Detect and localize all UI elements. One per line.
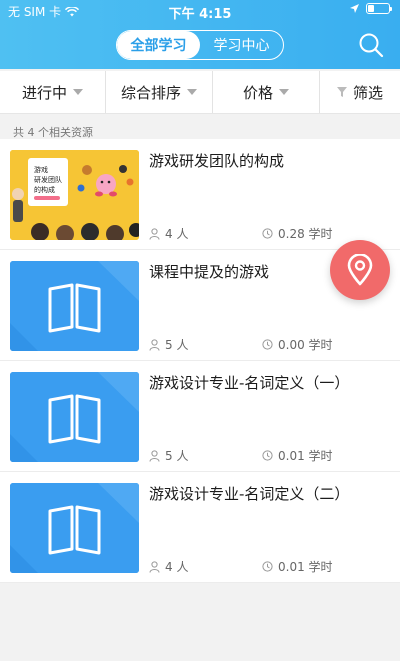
study-hours: 0.01 学时 <box>262 558 333 575</box>
study-hours-text: 0.01 学时 <box>278 449 333 463</box>
search-icon[interactable] <box>358 32 384 58</box>
study-hours-text: 0.28 学时 <box>278 227 333 241</box>
filter-status-label: 进行中 <box>21 83 67 102</box>
book-icon <box>10 372 139 462</box>
course-thumbnail: 游戏 研发团队 的构成 <box>10 150 139 240</box>
caret-down-icon <box>73 89 83 95</box>
result-count: 共 4 个相关资源 <box>13 126 93 139</box>
book-icon <box>10 483 139 573</box>
filter-bar: 进行中 综合排序 价格 筛选 <box>0 71 400 114</box>
learner-count-text: 5 人 <box>165 338 189 352</box>
course-thumbnail <box>10 261 139 351</box>
tab-switcher: 全部学习 学习中心 <box>116 30 284 60</box>
clock-icon <box>262 339 273 350</box>
course-thumbnail <box>10 483 139 573</box>
person-icon <box>149 227 160 240</box>
learner-count-text: 5 人 <box>165 449 189 463</box>
clock: 下午 4:15 <box>168 7 232 22</box>
app-header: 无 SIM 卡 下午 4:15 全部学习 学习中心 <box>0 0 400 69</box>
study-hours: 0.01 学时 <box>262 447 333 464</box>
learner-count-text: 4 人 <box>165 560 189 574</box>
caret-down-icon <box>279 89 289 95</box>
location-arrow-icon <box>350 4 359 13</box>
battery-level <box>368 5 374 12</box>
study-hours: 0.00 学时 <box>262 336 333 353</box>
filter-price[interactable]: 价格 <box>213 71 320 113</box>
learner-count: 5 人 <box>149 447 188 464</box>
tab-learning-center[interactable]: 学习中心 <box>200 31 283 59</box>
list-item[interactable]: 游戏设计专业-名词定义（二） 4 人 0.01 学时 <box>0 472 400 583</box>
course-title: 游戏设计专业-名词定义（一） <box>149 374 350 392</box>
filter-sort[interactable]: 综合排序 <box>106 71 213 113</box>
course-thumbnail <box>10 372 139 462</box>
course-title: 游戏设计专业-名词定义（二） <box>149 485 350 503</box>
book-icon <box>10 261 139 351</box>
caret-down-icon <box>187 89 197 95</box>
svg-text:游戏: 游戏 <box>34 165 48 174</box>
svg-text:研发团队: 研发团队 <box>34 175 62 184</box>
filter-screen[interactable]: 筛选 <box>320 71 400 113</box>
status-bar: 无 SIM 卡 下午 4:15 <box>0 0 400 22</box>
battery-icon <box>366 3 392 14</box>
learner-count: 4 人 <box>149 558 188 575</box>
study-hours: 0.28 学时 <box>262 225 333 242</box>
course-title: 课程中提及的游戏 <box>149 263 270 281</box>
list-item[interactable]: 游戏 研发团队 的构成 游戏研发团队的构成 4 人 0.28 学时 <box>0 139 400 250</box>
study-hours-text: 0.00 学时 <box>278 338 333 352</box>
list-item[interactable]: 游戏设计专业-名词定义（一） 5 人 0.01 学时 <box>0 361 400 472</box>
location-button[interactable] <box>330 240 390 300</box>
course-list: 游戏 研发团队 的构成 游戏研发团队的构成 4 人 0.28 学时 课程中提及的… <box>0 139 400 583</box>
filter-sort-label: 综合排序 <box>120 83 181 102</box>
filter-price-label: 价格 <box>242 83 273 102</box>
clock-icon <box>262 561 273 572</box>
map-pin-icon <box>347 254 373 286</box>
tab-all-learning[interactable]: 全部学习 <box>117 31 200 59</box>
clock-icon <box>262 450 273 461</box>
person-icon <box>149 449 160 462</box>
learner-count: 4 人 <box>149 225 188 242</box>
svg-text:的构成: 的构成 <box>34 185 55 194</box>
funnel-icon <box>336 87 347 97</box>
learner-count: 5 人 <box>149 336 188 353</box>
clock-icon <box>262 228 273 239</box>
game-team-illustration: 游戏 研发团队 的构成 <box>10 150 139 240</box>
person-icon <box>149 560 160 573</box>
person-icon <box>149 338 160 351</box>
study-hours-text: 0.01 学时 <box>278 560 333 574</box>
learner-count-text: 4 人 <box>165 227 189 241</box>
course-title: 游戏研发团队的构成 <box>149 152 285 170</box>
filter-status[interactable]: 进行中 <box>0 71 106 113</box>
filter-screen-label: 筛选 <box>352 83 383 102</box>
